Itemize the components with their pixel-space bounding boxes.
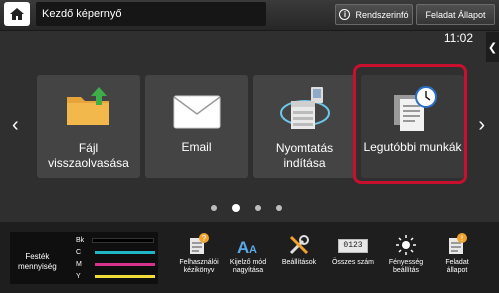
clock: 11:02 (443, 31, 473, 45)
tile-print-release[interactable]: Nyomtatás indítása (253, 75, 356, 178)
job-status-label: Feladat Állapot (425, 9, 486, 20)
home-button[interactable] (4, 2, 30, 26)
toner-label-y: Y (76, 273, 81, 280)
bottom-bar: Festék mennyiség Bk C M Y ? Felhasználói… (0, 222, 499, 293)
quick-job-status-button[interactable]: ! Feladat állapot (434, 228, 480, 275)
toner-row-black: Bk (76, 237, 155, 244)
quick-job-status-label-line2: állapot (446, 267, 468, 274)
brightness-icon (396, 235, 416, 255)
toner-bar-yellow (94, 275, 155, 278)
home-icon (10, 8, 24, 20)
quick-total-count-label: Összes szám (331, 259, 374, 266)
folder-upload-icon (66, 87, 109, 125)
tile-email-label: Email (181, 140, 212, 154)
tools-icon (289, 235, 309, 255)
quick-brightness-label-line1: Fényesség (388, 259, 424, 266)
toner-title-line2: mennyiség (18, 262, 57, 271)
job-status-icon: ! (449, 233, 467, 254)
tile-file-label-line2: visszaolvasása (48, 156, 129, 170)
top-bar: Kezdő képernyő i Rendszerinfó Feladat Ál… (0, 0, 499, 31)
quick-manual-button[interactable]: ? Felhasználói kézikönyv (176, 228, 222, 275)
quick-display-label-line2: nagyítása (232, 267, 264, 274)
toner-bar-black (92, 238, 155, 243)
tile-email[interactable]: Email (145, 75, 248, 178)
toner-row-cyan: C (76, 249, 156, 256)
quick-total-count-button[interactable]: 0123 Összes szám (330, 228, 376, 267)
page-title: Kezdő képernyő (36, 2, 266, 26)
toner-title-line1: Festék (25, 252, 50, 261)
scroll-right-arrow[interactable]: › (478, 115, 485, 135)
svg-text:!: ! (461, 234, 463, 243)
quick-settings-button[interactable]: Beállítások (276, 228, 322, 267)
tile-print-label-line1: Nyomtatás (275, 141, 334, 155)
toner-label-bk: Bk (76, 237, 85, 244)
page-dot[interactable] (255, 205, 261, 211)
quick-brightness-button[interactable]: Fényesség beállítás (383, 228, 429, 275)
system-info-button[interactable]: i Rendszerinfó (335, 4, 413, 25)
display-mode-icon: A A (237, 238, 257, 256)
job-status-button[interactable]: Feladat Állapot (416, 4, 495, 25)
quick-display-mode-button[interactable]: A A Kijelző mód nagyítása (225, 228, 271, 275)
quick-display-label-line1: Kijelző mód (229, 259, 267, 266)
toner-bar-magenta (94, 263, 155, 266)
quick-manual-label-line1: Felhasználói (179, 259, 219, 266)
system-info-label: Rendszerinfó (355, 9, 409, 20)
page-dot-active[interactable] (232, 204, 240, 212)
printer-network-icon (279, 87, 330, 129)
toner-row-yellow: Y (76, 273, 155, 280)
manual-book-icon: ? (190, 233, 209, 254)
svg-text:A: A (249, 244, 257, 256)
tile-file-retrieve[interactable]: Fájl visszaolvasása (37, 75, 140, 178)
tile-file-label-line1: Fájl (78, 141, 99, 155)
info-icon: i (339, 9, 351, 20)
quick-brightness-label-line2: beállítás (392, 267, 420, 274)
toner-title: Festék mennyiség (18, 252, 57, 272)
tile-highlight-frame (353, 64, 467, 184)
side-panel-tab[interactable]: ❮ (486, 32, 499, 62)
toner-row-magenta: M (76, 261, 155, 268)
page-dot[interactable] (276, 205, 282, 211)
svg-text:?: ? (202, 234, 207, 243)
tile-print-label-line2: indítása (283, 156, 326, 170)
page-dot[interactable] (211, 205, 217, 211)
scroll-left-arrow[interactable]: ‹ (12, 115, 19, 135)
envelope-icon (173, 95, 220, 129)
toner-label-m: M (76, 261, 82, 268)
toner-level-panel: Festék mennyiség Bk C M Y (10, 232, 158, 284)
toner-label-c: C (76, 249, 82, 256)
svg-text:A: A (237, 238, 249, 256)
counter-icon: 0123 (338, 239, 368, 253)
quick-manual-label-line2: kézikönyv (183, 267, 215, 274)
toner-bar-cyan (95, 251, 156, 254)
chevron-left-icon: ❮ (487, 41, 498, 54)
quick-job-status-label-line1: Feladat (445, 259, 469, 266)
quick-settings-label: Beállítások (281, 259, 317, 266)
page-indicator (211, 204, 282, 212)
